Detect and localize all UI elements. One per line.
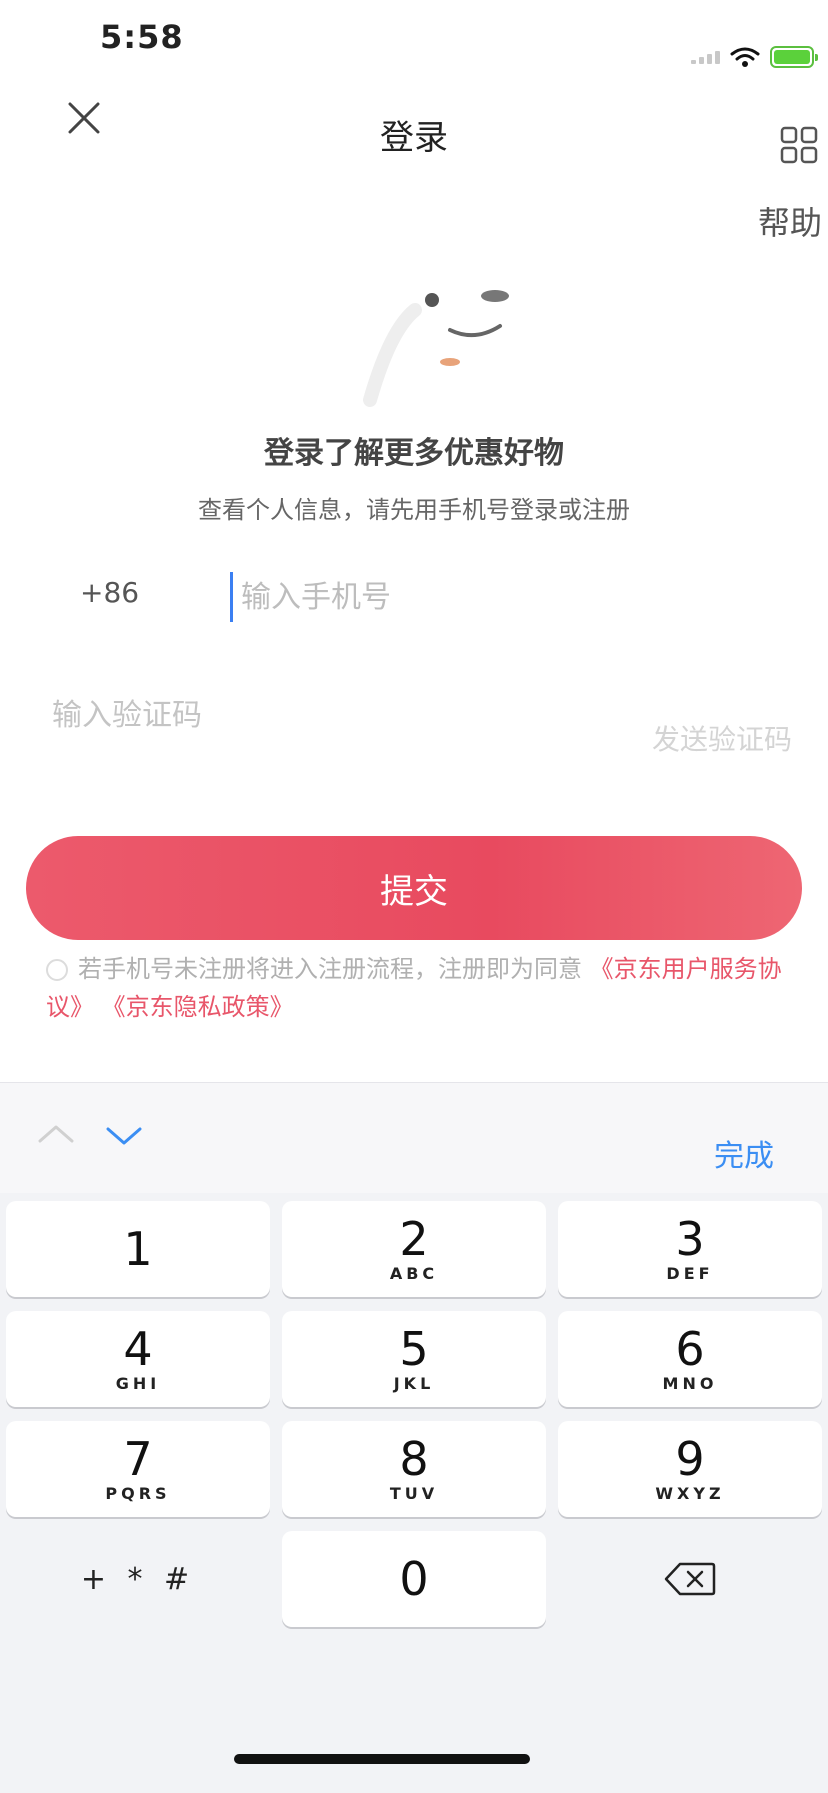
phone-input[interactable]	[230, 572, 761, 622]
home-indicator[interactable]	[234, 1754, 530, 1764]
keyboard-toolbar: 完成	[0, 1083, 828, 1193]
phone-row: +86	[80, 572, 780, 632]
key-5[interactable]: 5 JKL	[282, 1311, 546, 1407]
submit-button[interactable]: 提交	[26, 836, 802, 940]
key-digit: 4	[123, 1322, 153, 1376]
key-digit: 7	[123, 1432, 153, 1486]
login-screen: 5:58 登录 帮助 登录了解更多优惠好物 查看个人信息，请先用手机号登录或注册…	[0, 0, 828, 1793]
keypad: 1 2 ABC 3 DEF 4 GHI 5 JKL 6 MNO 7 PQRS 8…	[6, 1201, 822, 1627]
headline: 登录了解更多优惠好物	[264, 436, 564, 471]
key-digit: 0	[399, 1552, 429, 1606]
battery-charging-icon	[770, 46, 818, 68]
key-letters: TUV	[389, 1484, 439, 1503]
send-code-button[interactable]: 发送验证码	[652, 718, 792, 758]
key-7[interactable]: 7 PQRS	[6, 1421, 270, 1517]
agreement-text: 若手机号未注册将进入注册流程，注册即为同意 《京东用户服务协议》 《京东隐私政策…	[46, 950, 786, 1026]
key-letters: DEF	[666, 1264, 714, 1283]
key-letters: WXYZ	[655, 1484, 725, 1503]
key-3[interactable]: 3 DEF	[558, 1201, 822, 1297]
privacy-policy-link[interactable]: 《京东隐私政策》	[102, 993, 294, 1021]
key-digit: 3	[675, 1212, 705, 1266]
key-9[interactable]: 9 WXYZ	[558, 1421, 822, 1517]
chevron-down-icon[interactable]	[104, 1125, 144, 1147]
verification-code-row: 发送验证码	[52, 690, 792, 760]
key-digit: 1	[123, 1222, 153, 1276]
cellular-signal-icon	[691, 50, 720, 64]
key-letters: MNO	[662, 1374, 718, 1393]
key-0[interactable]: 0	[282, 1531, 546, 1627]
help-button[interactable]: 帮助	[758, 118, 828, 242]
key-digit: 8	[399, 1432, 429, 1486]
status-time: 5:58	[100, 18, 184, 56]
keyboard-done-button[interactable]: 完成	[714, 1131, 774, 1175]
key-8[interactable]: 8 TUV	[282, 1421, 546, 1517]
key-letters: JKL	[393, 1374, 435, 1393]
grid-icon	[780, 126, 818, 164]
wifi-icon	[730, 47, 760, 67]
help-label: 帮助	[758, 204, 823, 242]
key-letters: ABC	[389, 1264, 439, 1283]
country-code-selector[interactable]: +86	[80, 576, 139, 609]
key-6[interactable]: 6 MNO	[558, 1311, 822, 1407]
key-letters: PQRS	[105, 1484, 171, 1503]
key-digit: 6	[675, 1322, 705, 1376]
key-symbols-label: + * #	[80, 1561, 196, 1597]
verification-code-input[interactable]	[52, 690, 472, 740]
backspace-icon	[664, 1562, 716, 1596]
key-digit: 9	[675, 1432, 705, 1486]
status-indicators	[691, 46, 818, 68]
key-4[interactable]: 4 GHI	[6, 1311, 270, 1407]
key-2[interactable]: 2 ABC	[282, 1201, 546, 1297]
subline: 查看个人信息，请先用手机号登录或注册	[198, 496, 630, 524]
key-symbols[interactable]: + * #	[6, 1531, 270, 1627]
page-title: 登录	[380, 118, 448, 158]
agreement-body: 若手机号未注册将进入注册流程，注册即为同意	[78, 955, 582, 983]
key-digit: 2	[399, 1212, 429, 1266]
key-letters: GHI	[115, 1374, 161, 1393]
key-digit: 5	[399, 1322, 429, 1376]
delete-key[interactable]	[558, 1531, 822, 1627]
mascot-illustration	[363, 290, 509, 407]
numeric-keyboard: 完成 1 2 ABC 3 DEF 4 GHI 5 JKL 6 MNO 7 PQR…	[0, 1082, 828, 1793]
key-1[interactable]: 1	[6, 1201, 270, 1297]
status-bar: 5:58	[0, 0, 828, 88]
chevron-up-icon[interactable]	[36, 1123, 76, 1145]
agree-checkbox[interactable]	[46, 959, 68, 981]
